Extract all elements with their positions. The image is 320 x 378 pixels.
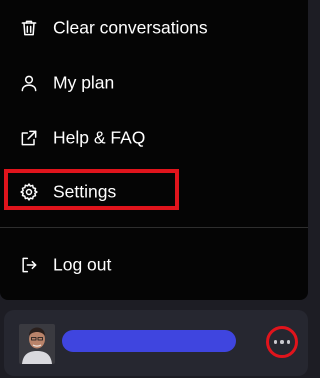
menu-item-settings[interactable]: Settings	[0, 169, 300, 215]
gear-icon	[18, 181, 40, 203]
ellipsis-icon	[273, 340, 291, 344]
menu-item-clear-conversations[interactable]: Clear conversations	[0, 5, 300, 51]
account-menu: Clear conversations My plan Help & FAQ S…	[0, 0, 308, 300]
trash-icon	[18, 17, 40, 39]
menu-item-my-plan[interactable]: My plan	[0, 60, 300, 106]
more-options-button[interactable]	[266, 326, 298, 358]
user-icon	[18, 72, 40, 94]
menu-item-label: Settings	[53, 181, 117, 202]
menu-item-label: Help & FAQ	[53, 127, 146, 148]
menu-item-label: Clear conversations	[53, 17, 208, 38]
menu-divider	[0, 227, 308, 228]
logout-icon	[18, 254, 40, 276]
menu-item-label: My plan	[53, 72, 115, 93]
external-link-icon	[18, 127, 40, 149]
menu-item-help-faq[interactable]: Help & FAQ	[0, 115, 300, 161]
username-redaction	[62, 330, 236, 352]
avatar	[19, 324, 55, 364]
menu-item-log-out[interactable]: Log out	[0, 242, 300, 288]
menu-item-label: Log out	[53, 254, 112, 275]
account-bar[interactable]	[4, 310, 308, 376]
